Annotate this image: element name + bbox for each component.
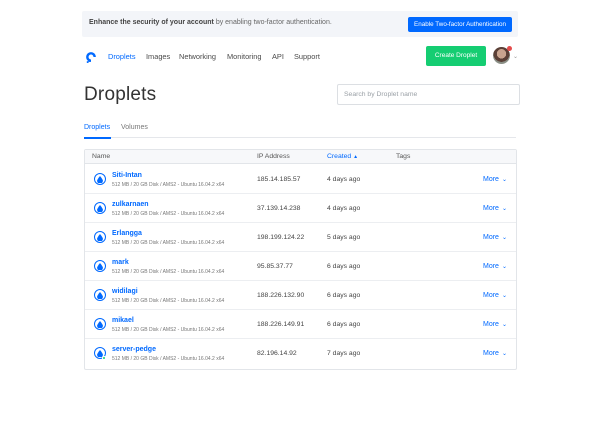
digitalocean-logo-icon[interactable] bbox=[84, 50, 98, 64]
header-created-label: Created bbox=[327, 153, 352, 160]
droplet-meta: 512 MB / 20 GB Disk / AMS2 - Ubuntu 16.0… bbox=[112, 211, 225, 217]
water-drop-icon bbox=[97, 262, 103, 270]
nav-droplets[interactable]: Droplets bbox=[108, 52, 136, 61]
more-label: More bbox=[483, 350, 499, 357]
more-menu-button[interactable]: More ⌄ bbox=[483, 350, 507, 357]
more-label: More bbox=[483, 321, 499, 328]
active-tab-indicator bbox=[84, 137, 111, 139]
chevron-down-icon: ⌄ bbox=[501, 206, 507, 212]
droplet-ip: 188.226.132.90 bbox=[257, 292, 305, 299]
banner-bold-text: Enhance the security of your account bbox=[89, 19, 214, 26]
droplet-ip: 82.196.14.92 bbox=[257, 350, 297, 357]
table-row[interactable]: mikael 512 MB / 20 GB Disk / AMS2 - Ubunt… bbox=[85, 310, 516, 339]
water-drop-icon bbox=[97, 204, 103, 212]
droplets-table: Name IP Address Created ▲ Tags Siti-Inta… bbox=[84, 149, 517, 370]
droplet-meta: 512 MB / 20 GB Disk / AMS2 - Ubuntu 16.0… bbox=[112, 327, 225, 333]
chevron-down-icon: ⌄ bbox=[501, 293, 507, 299]
water-drop-icon bbox=[97, 233, 103, 241]
more-menu-button[interactable]: More ⌄ bbox=[483, 234, 507, 241]
droplet-name-link[interactable]: server-pedge bbox=[112, 346, 156, 353]
droplet-ip: 95.85.37.77 bbox=[257, 263, 293, 270]
droplet-name-link[interactable]: mikael bbox=[112, 317, 134, 324]
droplet-ip: 37.139.14.238 bbox=[257, 205, 301, 212]
create-droplet-button[interactable]: Create Droplet bbox=[426, 46, 486, 66]
droplet-ip: 198.199.124.22 bbox=[257, 234, 305, 241]
droplet-name-link[interactable]: widilagi bbox=[112, 288, 138, 295]
chevron-down-icon: ⌄ bbox=[501, 235, 507, 241]
droplet-created: 6 days ago bbox=[327, 321, 361, 328]
droplet-meta: 512 MB / 20 GB Disk / AMS2 - Ubuntu 16.0… bbox=[112, 356, 225, 362]
header-created[interactable]: Created ▲ bbox=[327, 153, 358, 160]
droplet-icon bbox=[94, 173, 106, 185]
top-nav: Droplets Images Networking Monitoring AP… bbox=[82, 46, 518, 68]
table-row[interactable]: Siti-Intan 512 MB / 20 GB Disk / AMS2 - U… bbox=[85, 165, 516, 194]
droplet-name-link[interactable]: mark bbox=[112, 259, 129, 266]
chevron-down-icon: ⌄ bbox=[501, 322, 507, 328]
droplet-icon bbox=[94, 260, 106, 272]
more-label: More bbox=[483, 292, 499, 299]
search-input[interactable] bbox=[337, 84, 520, 105]
chevron-down-icon: ⌄ bbox=[501, 351, 507, 357]
droplet-created: 6 days ago bbox=[327, 263, 361, 270]
more-menu-button[interactable]: More ⌄ bbox=[483, 292, 507, 299]
page-title: Droplets bbox=[84, 84, 157, 105]
droplet-icon bbox=[94, 202, 106, 214]
droplet-created: 5 days ago bbox=[327, 234, 361, 241]
droplet-created: 4 days ago bbox=[327, 176, 361, 183]
more-menu-button[interactable]: More ⌄ bbox=[483, 205, 507, 212]
droplet-created: 7 days ago bbox=[327, 350, 361, 357]
more-menu-button[interactable]: More ⌄ bbox=[483, 176, 507, 183]
tab-volumes[interactable]: Volumes bbox=[121, 124, 148, 131]
droplet-ip: 188.226.149.91 bbox=[257, 321, 305, 328]
more-label: More bbox=[483, 205, 499, 212]
more-label: More bbox=[483, 263, 499, 270]
table-row[interactable]: widilagi 512 MB / 20 GB Disk / AMS2 - Ubu… bbox=[85, 281, 516, 310]
droplet-meta: 512 MB / 20 GB Disk / AMS2 - Ubuntu 16.0… bbox=[112, 269, 225, 275]
droplet-name-link[interactable]: Siti-Intan bbox=[112, 172, 142, 179]
chevron-down-icon: ⌄ bbox=[501, 264, 507, 270]
droplet-created: 4 days ago bbox=[327, 205, 361, 212]
nav-networking[interactable]: Networking bbox=[179, 52, 216, 61]
table-row[interactable]: zulkarnaen 512 MB / 20 GB Disk / AMS2 - U… bbox=[85, 194, 516, 223]
nav-support[interactable]: Support bbox=[294, 52, 320, 61]
water-drop-icon bbox=[97, 320, 103, 328]
tab-bar: Droplets Volumes bbox=[84, 122, 516, 139]
header-ip[interactable]: IP Address bbox=[257, 153, 290, 160]
droplet-name-link[interactable]: zulkarnaen bbox=[112, 201, 149, 208]
droplet-name-link[interactable]: Erlangga bbox=[112, 230, 142, 237]
water-drop-icon bbox=[97, 175, 103, 183]
more-label: More bbox=[483, 176, 499, 183]
table-row[interactable]: server-pedge 512 MB / 20 GB Disk / AMS2 -… bbox=[85, 339, 516, 368]
notification-dot bbox=[507, 46, 512, 51]
sort-asc-icon: ▲ bbox=[353, 154, 359, 160]
droplet-created: 6 days ago bbox=[327, 292, 361, 299]
droplet-icon bbox=[94, 231, 106, 243]
droplet-meta: 512 MB / 20 GB Disk / AMS2 - Ubuntu 16.0… bbox=[112, 298, 225, 304]
tab-droplets[interactable]: Droplets bbox=[84, 124, 110, 131]
droplet-meta: 512 MB / 20 GB Disk / AMS2 - Ubuntu 16.0… bbox=[112, 182, 225, 188]
droplet-icon bbox=[94, 318, 106, 330]
droplet-icon bbox=[94, 289, 106, 301]
table-row[interactable]: Erlangga 512 MB / 20 GB Disk / AMS2 - Ubu… bbox=[85, 223, 516, 252]
banner-text: Enhance the security of your account by … bbox=[89, 19, 332, 26]
nav-monitoring[interactable]: Monitoring bbox=[227, 52, 262, 61]
header-name[interactable]: Name bbox=[92, 153, 110, 160]
enable-two-factor-button[interactable]: Enable Two-factor Authentication bbox=[408, 17, 512, 32]
status-active-dot bbox=[102, 356, 106, 360]
droplet-meta: 512 MB / 20 GB Disk / AMS2 - Ubuntu 16.0… bbox=[112, 240, 225, 246]
table-row[interactable]: mark 512 MB / 20 GB Disk / AMS2 - Ubuntu … bbox=[85, 252, 516, 281]
chevron-down-icon[interactable]: ⌄ bbox=[513, 53, 518, 60]
banner-rest-text: by enabling two-factor authentication. bbox=[213, 19, 332, 26]
chevron-down-icon: ⌄ bbox=[501, 177, 507, 183]
two-factor-banner: Enhance the security of your account by … bbox=[82, 11, 518, 37]
droplet-ip: 185.14.185.57 bbox=[257, 176, 301, 183]
header-tags: Tags bbox=[396, 153, 411, 160]
water-drop-icon bbox=[97, 291, 103, 299]
more-label: More bbox=[483, 234, 499, 241]
table-header: Name IP Address Created ▲ Tags bbox=[85, 150, 516, 164]
more-menu-button[interactable]: More ⌄ bbox=[483, 321, 507, 328]
nav-api[interactable]: API bbox=[272, 52, 284, 61]
more-menu-button[interactable]: More ⌄ bbox=[483, 263, 507, 270]
nav-images[interactable]: Images bbox=[146, 52, 170, 61]
